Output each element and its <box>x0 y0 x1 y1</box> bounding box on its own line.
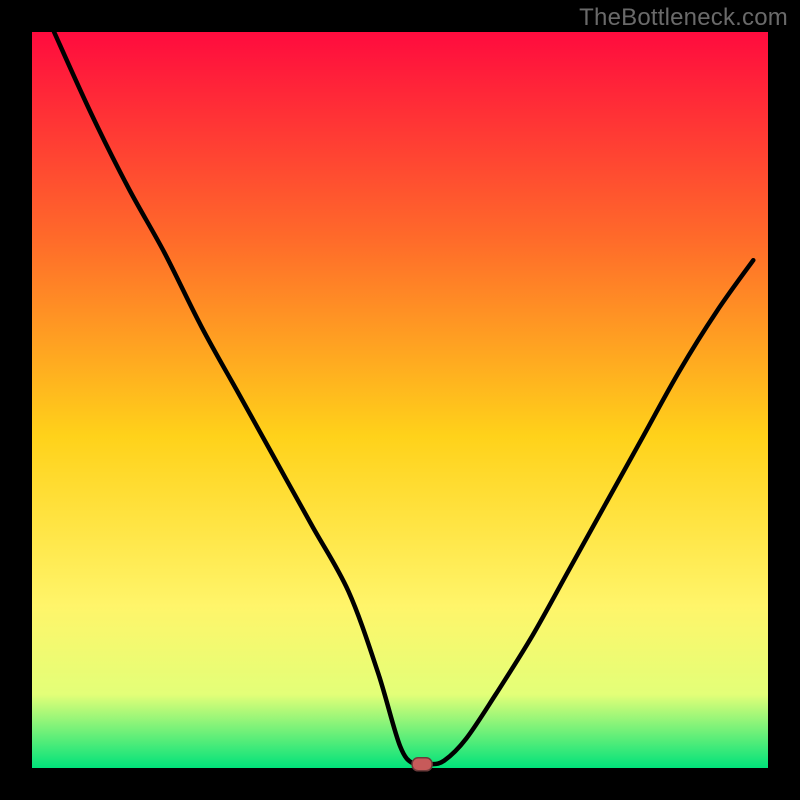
gradient-background <box>32 32 768 768</box>
watermark-text: TheBottleneck.com <box>579 4 788 32</box>
bottleneck-chart <box>0 0 800 800</box>
minimum-marker <box>412 758 432 771</box>
chart-frame: { "watermark": "TheBottleneck.com", "col… <box>0 0 800 800</box>
